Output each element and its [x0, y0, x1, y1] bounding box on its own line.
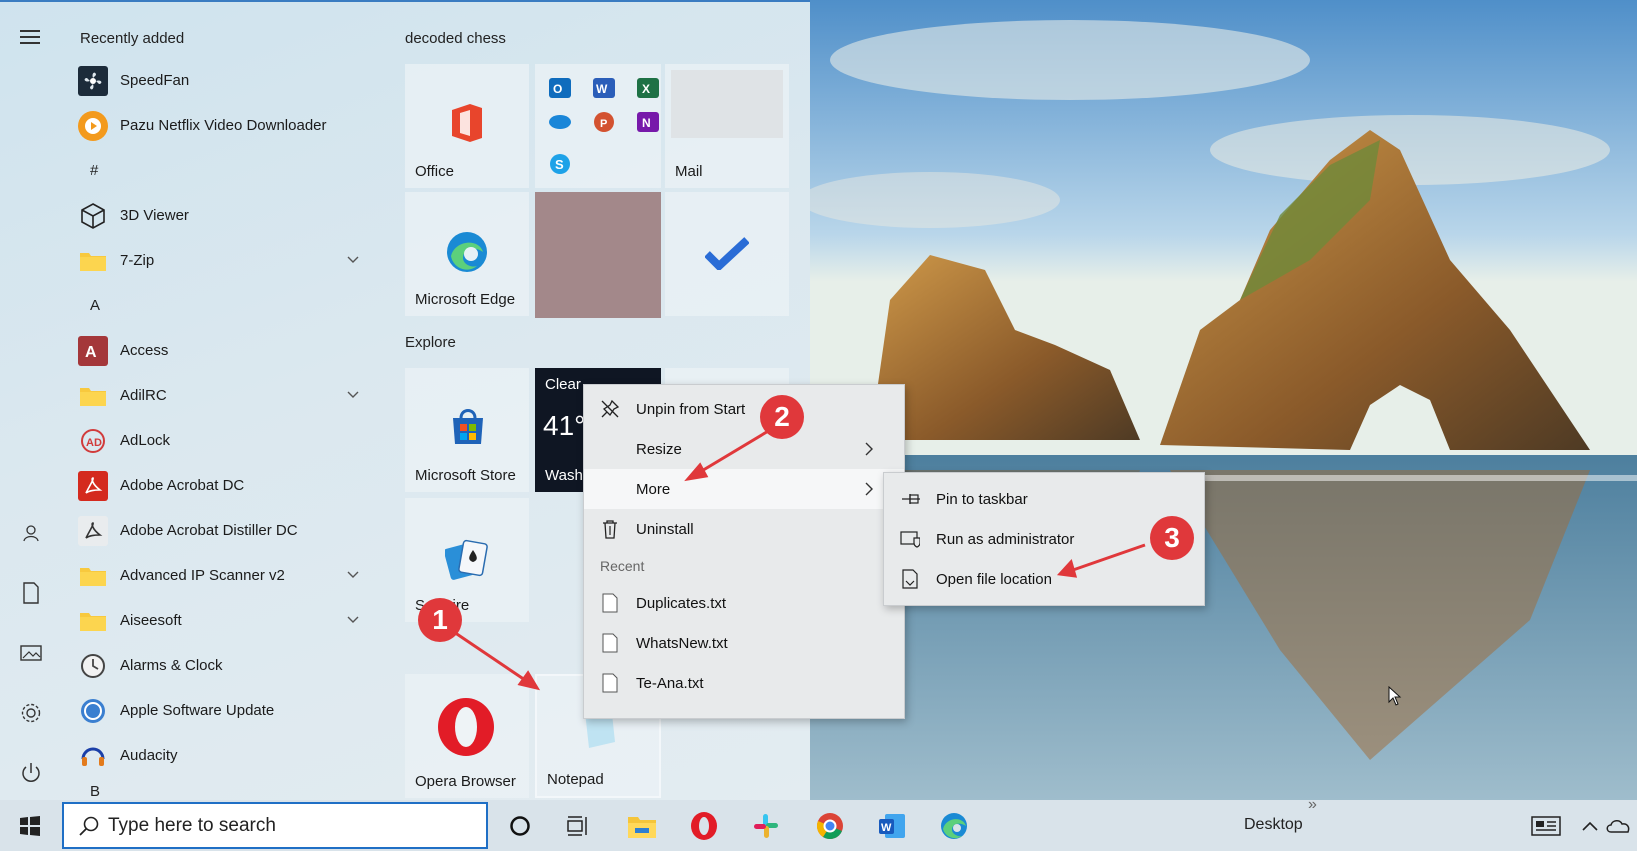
annotation-badge-3: 3: [1150, 516, 1194, 560]
svg-text:W: W: [881, 822, 892, 834]
search-icon: [79, 816, 99, 836]
search-input[interactable]: [108, 814, 448, 837]
annotation-arrows: [447, 428, 1146, 691]
mouse-cursor-icon: [1388, 686, 1402, 706]
file-explorer-icon[interactable]: [624, 808, 660, 844]
slack-icon[interactable]: [748, 808, 784, 844]
desktop-toolbar-label[interactable]: Desktop: [1244, 816, 1303, 834]
taskbar: W » Desktop: [0, 796, 1637, 851]
onedrive-cloud-icon[interactable]: [1603, 808, 1633, 844]
news-interests-icon[interactable]: [1528, 808, 1564, 844]
word-icon[interactable]: W: [874, 808, 910, 844]
annotation-badge-2: 2: [760, 395, 804, 439]
annotation-badge-1: 1: [418, 598, 462, 642]
edge-taskbar-icon[interactable]: [936, 808, 972, 844]
toolbar-overflow-icon[interactable]: »: [1308, 796, 1317, 814]
windows-start-icon[interactable]: [12, 808, 48, 844]
search-box[interactable]: [62, 802, 488, 849]
opera-taskbar-icon[interactable]: [686, 808, 722, 844]
chrome-icon[interactable]: [812, 808, 848, 844]
task-view-icon[interactable]: [560, 808, 596, 844]
cortana-icon[interactable]: [502, 808, 538, 844]
